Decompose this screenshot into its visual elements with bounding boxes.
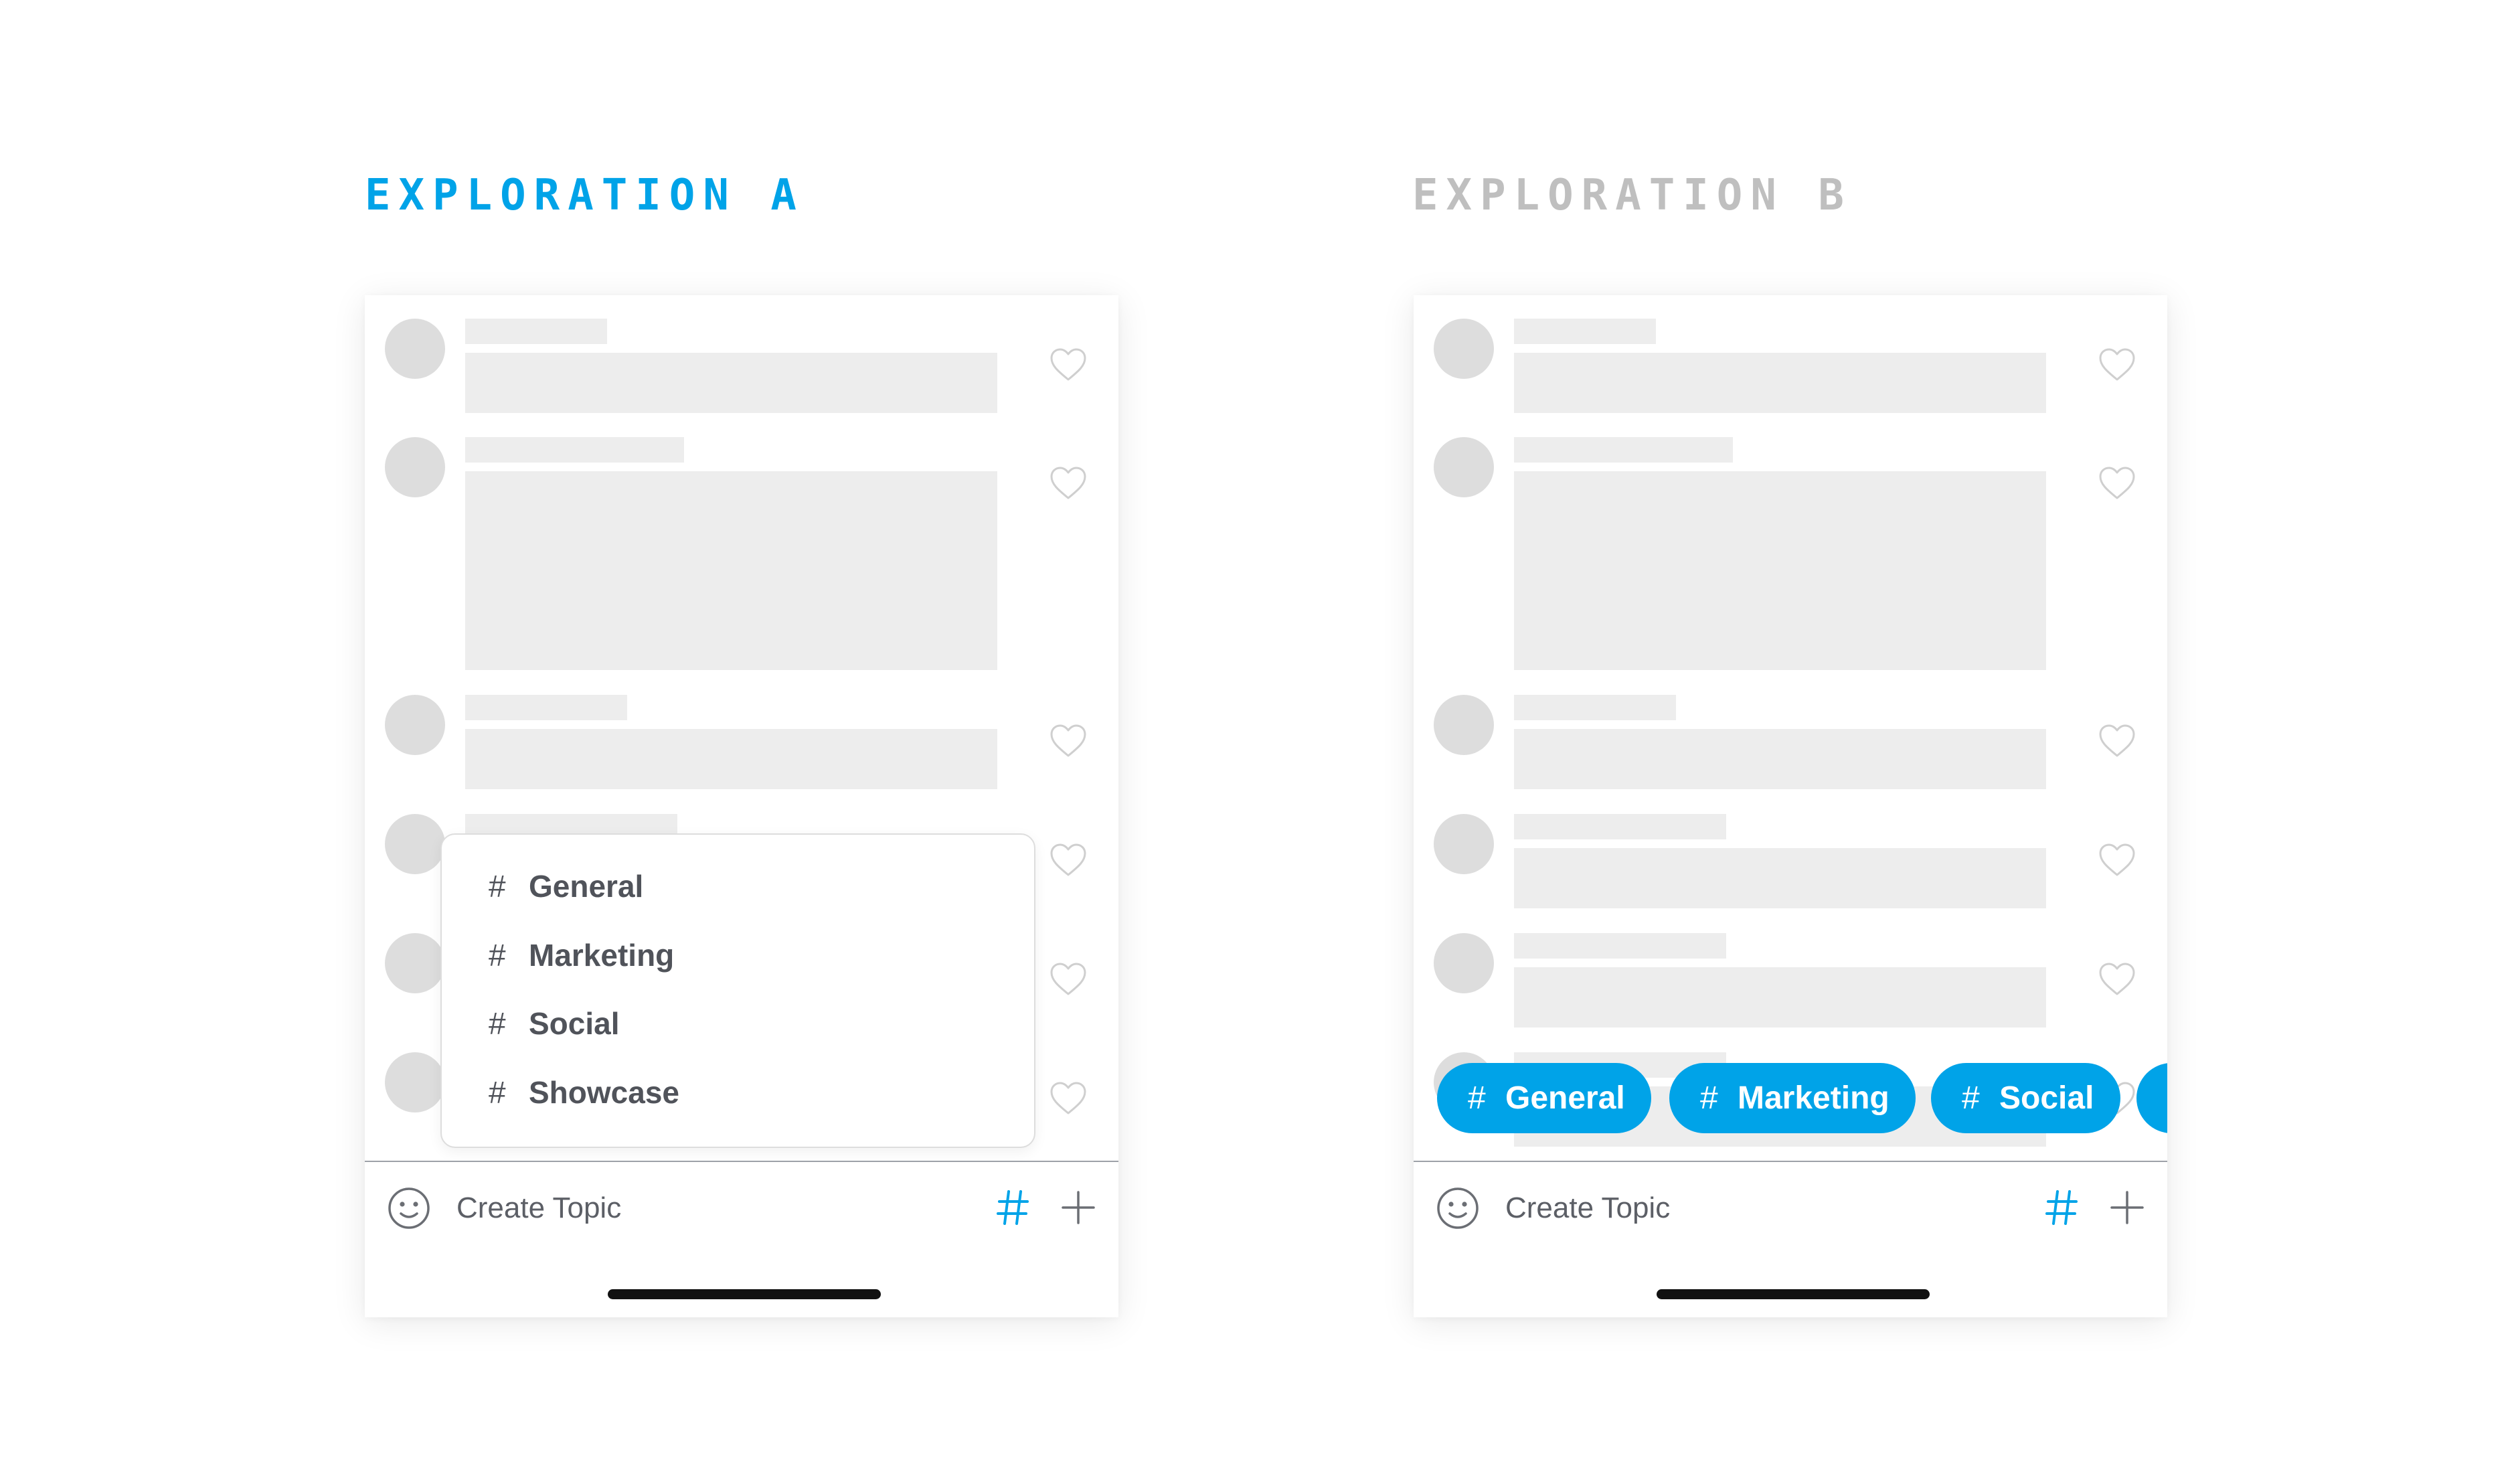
hashtag-icon: # — [489, 869, 506, 904]
topic-chip-social[interactable]: # Social — [1931, 1063, 2120, 1133]
heart-icon[interactable] — [1049, 724, 1087, 758]
hashtag-icon: # — [1700, 1080, 1718, 1116]
hashtag-icon[interactable] — [997, 1189, 1030, 1226]
heart-icon[interactable] — [2098, 962, 2136, 997]
hashtag-icon: # — [1962, 1080, 1980, 1116]
heart-icon[interactable] — [2098, 466, 2136, 501]
avatar — [385, 1052, 445, 1112]
smiley-icon[interactable] — [1436, 1186, 1480, 1230]
name-placeholder — [465, 437, 684, 463]
hashtag-icon[interactable] — [2045, 1189, 2079, 1226]
home-indicator — [608, 1289, 881, 1299]
hashtag-icon: # — [1468, 1080, 1486, 1116]
topic-option-social[interactable]: # Social — [489, 997, 620, 1050]
topic-chip-marketing[interactable]: # Marketing — [1669, 1063, 1916, 1133]
topic-option-general[interactable]: # General — [489, 859, 643, 913]
plus-icon[interactable] — [1061, 1190, 1096, 1225]
message-placeholder — [1514, 471, 2046, 670]
composer-bar: Create Topic — [365, 1161, 1118, 1317]
topic-chip-overflow[interactable] — [2136, 1063, 2167, 1133]
avatar — [385, 933, 445, 993]
create-topic-input[interactable]: Create Topic — [1505, 1187, 1670, 1229]
topic-dropdown: # General # Marketing # Social # Showcase — [440, 833, 1035, 1148]
message-placeholder — [465, 729, 997, 789]
name-placeholder — [1514, 933, 1726, 959]
avatar — [385, 437, 445, 497]
topic-option-marketing[interactable]: # Marketing — [489, 928, 674, 982]
heart-icon[interactable] — [1049, 347, 1087, 382]
exploration-a-title: EXPLORATION A — [365, 171, 805, 220]
avatar — [385, 814, 445, 874]
message-feed: # General # Marketing # Social # Showcase — [365, 295, 1118, 1161]
avatar — [385, 695, 445, 755]
heart-icon[interactable] — [1049, 962, 1087, 997]
topic-option-label: Showcase — [529, 1075, 679, 1110]
avatar — [1434, 933, 1494, 993]
name-placeholder — [465, 319, 607, 344]
hashtag-icon: # — [489, 938, 506, 973]
heart-icon[interactable] — [1049, 466, 1087, 501]
avatar — [1434, 319, 1494, 379]
name-placeholder — [1514, 319, 1656, 344]
topic-option-label: Marketing — [529, 938, 675, 973]
message-placeholder — [465, 353, 997, 413]
message-placeholder — [1514, 848, 2046, 908]
message-placeholder — [1514, 729, 2046, 789]
hashtag-icon: # — [489, 1006, 506, 1041]
topic-chip-label: Marketing — [1738, 1080, 1889, 1116]
heart-icon[interactable] — [2098, 843, 2136, 878]
avatar — [1434, 437, 1494, 497]
avatar — [385, 319, 445, 379]
topic-chip-bar: # General # Marketing # Social — [1414, 1063, 2167, 1137]
hashtag-icon: # — [489, 1075, 506, 1110]
heart-icon[interactable] — [2098, 724, 2136, 758]
composer-bar: Create Topic — [1414, 1161, 2167, 1317]
message-placeholder — [1514, 967, 2046, 1027]
name-placeholder — [1514, 437, 1733, 463]
exploration-b-title: EXPLORATION B — [1412, 171, 1852, 220]
topic-chip-label: General — [1505, 1080, 1625, 1116]
phone-mockup-a: # General # Marketing # Social # Showcase Cr… — [365, 295, 1118, 1317]
heart-icon[interactable] — [1049, 843, 1087, 878]
topic-chip-label: Social — [1999, 1080, 2094, 1116]
name-placeholder — [1514, 814, 1726, 839]
message-placeholder — [1514, 353, 2046, 413]
message-feed: # General # Marketing # Social — [1414, 295, 2167, 1161]
topic-option-label: General — [529, 869, 644, 904]
smiley-icon[interactable] — [387, 1186, 431, 1230]
phone-mockup-b: # General # Marketing # Social Create Topic — [1414, 295, 2167, 1317]
heart-icon[interactable] — [1049, 1081, 1087, 1116]
message-placeholder — [465, 471, 997, 670]
topic-chip-general[interactable]: # General — [1437, 1063, 1651, 1133]
topic-option-showcase[interactable]: # Showcase — [489, 1066, 679, 1119]
avatar — [1434, 814, 1494, 874]
name-placeholder — [1514, 695, 1676, 720]
topic-option-label: Social — [529, 1006, 620, 1041]
plus-icon[interactable] — [2110, 1190, 2145, 1225]
heart-icon[interactable] — [2098, 347, 2136, 382]
name-placeholder — [465, 695, 627, 720]
create-topic-input[interactable]: Create Topic — [456, 1187, 621, 1229]
home-indicator — [1657, 1289, 1930, 1299]
avatar — [1434, 695, 1494, 755]
